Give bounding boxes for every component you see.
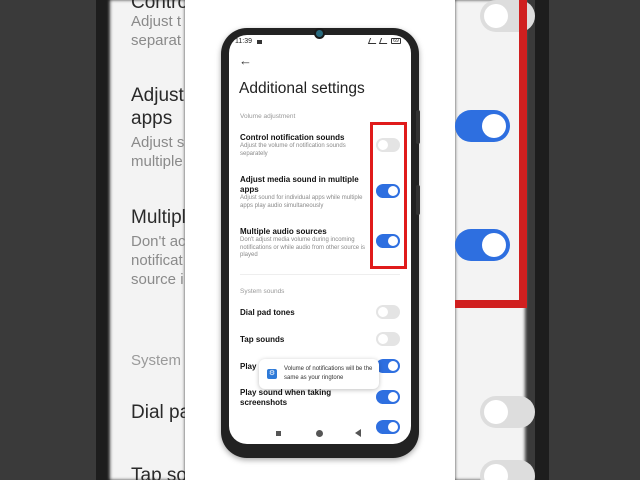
setting-tap-sounds[interactable]: Tap sounds [229,332,411,349]
section-header-system-sounds: System sounds [240,288,285,295]
setting-label: Play sound when taking screenshots [240,388,332,407]
background-text: System [131,352,182,369]
back-arrow-icon[interactable]: ← [239,54,253,68]
app-info-icon: ⚙ [267,369,277,379]
setting-screenshot-sound[interactable]: Play sound when taking screenshots [229,388,411,412]
setting-label: Dial pad tones [240,308,295,317]
status-time: 11:39 [235,38,252,45]
highlight-box [370,122,407,269]
navigation-bar [229,427,411,441]
background-toggle [455,110,510,142]
volume-button [416,110,420,144]
background-text: apps [131,108,173,129]
background-toggle [480,396,535,428]
background-text: notificat [131,252,183,269]
background-highlight-edge [519,0,527,308]
recents-icon[interactable] [276,431,281,436]
background-phone-bezel [535,0,549,480]
toggle-switch[interactable] [376,359,400,373]
background-text: Adjust s [131,134,185,151]
section-header-volume: Volume adjustment [240,113,296,120]
background-text: Don't ac [131,233,185,250]
status-bar: 11:39 69 [229,38,411,50]
background-text: Dial pa [131,402,185,423]
background-text: Multipl [131,207,185,228]
toggle-switch[interactable] [376,390,400,404]
background-text: Tap so [131,465,185,480]
toggle-switch[interactable] [376,332,400,346]
power-button [416,185,420,215]
setting-label: Tap sounds [240,335,285,344]
background-right-panel [455,0,640,480]
setting-description: Don't adjust media volume during incomin… [240,237,366,258]
background-text: Adjust [131,85,184,106]
background-toggle [480,460,535,480]
video-icon [257,40,262,44]
background-left-panel: Contro Adjust t separat Adjust apps Adju… [0,0,185,480]
section-divider [240,274,400,275]
home-icon[interactable] [316,430,323,437]
background-text: source i [131,271,184,288]
setting-description: Adjust the volume of notification sounds… [240,143,346,157]
toggle-switch[interactable] [376,305,400,319]
setting-description: Adjust sound for individual apps while m… [240,195,363,209]
setting-label: Control notification sounds [240,133,345,142]
battery-icon: 69 [391,38,401,44]
camera-icon [314,28,325,39]
toast-notification: ⚙ Volume of notifications will be the sa… [259,359,379,389]
setting-label: Multiple audio sources [240,227,327,236]
background-phone-bezel [96,0,110,480]
background-highlight-edge [455,300,527,308]
back-icon[interactable] [355,429,361,437]
background-text: separat [131,32,182,49]
background-text: Adjust t [131,13,182,30]
toast-message: Volume of notifications will be the same… [284,366,373,381]
setting-label: Adjust media sound in multiple apps [240,175,359,194]
setting-dial-pad-tones[interactable]: Dial pad tones [229,305,411,322]
signal-icon [367,38,379,44]
wifi-icon [378,38,390,44]
background-toggle [455,229,510,261]
page-title: Additional settings [239,80,365,97]
background-text: multiple [131,153,183,170]
